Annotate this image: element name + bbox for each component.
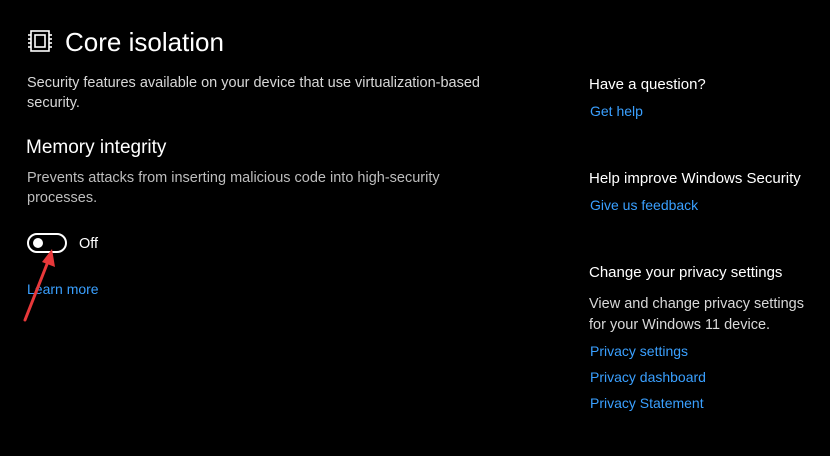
privacy-description: View and change privacy settings for you… <box>589 296 804 333</box>
toggle-state-label: Off <box>79 236 99 252</box>
privacy-dashboard-link[interactable]: Privacy dashboard <box>590 367 706 387</box>
question-heading: Have a question? <box>589 76 706 93</box>
privacy-statement-link[interactable]: Privacy Statement <box>590 393 704 413</box>
give-feedback-link[interactable]: Give us feedback <box>590 195 698 215</box>
memory-integrity-description: Prevents attacks from inserting maliciou… <box>27 170 440 206</box>
page-title: Core isolation <box>65 27 224 57</box>
memory-integrity-heading: Memory integrity <box>26 137 167 158</box>
page-description: Security features available on your devi… <box>27 75 480 111</box>
privacy-heading: Change your privacy settings <box>589 264 783 281</box>
get-help-link[interactable]: Get help <box>590 101 643 121</box>
improve-heading: Help improve Windows Security <box>589 170 801 187</box>
annotation-arrow-icon <box>18 245 58 325</box>
privacy-settings-link[interactable]: Privacy settings <box>590 341 688 361</box>
core-isolation-chip-icon <box>27 28 53 54</box>
